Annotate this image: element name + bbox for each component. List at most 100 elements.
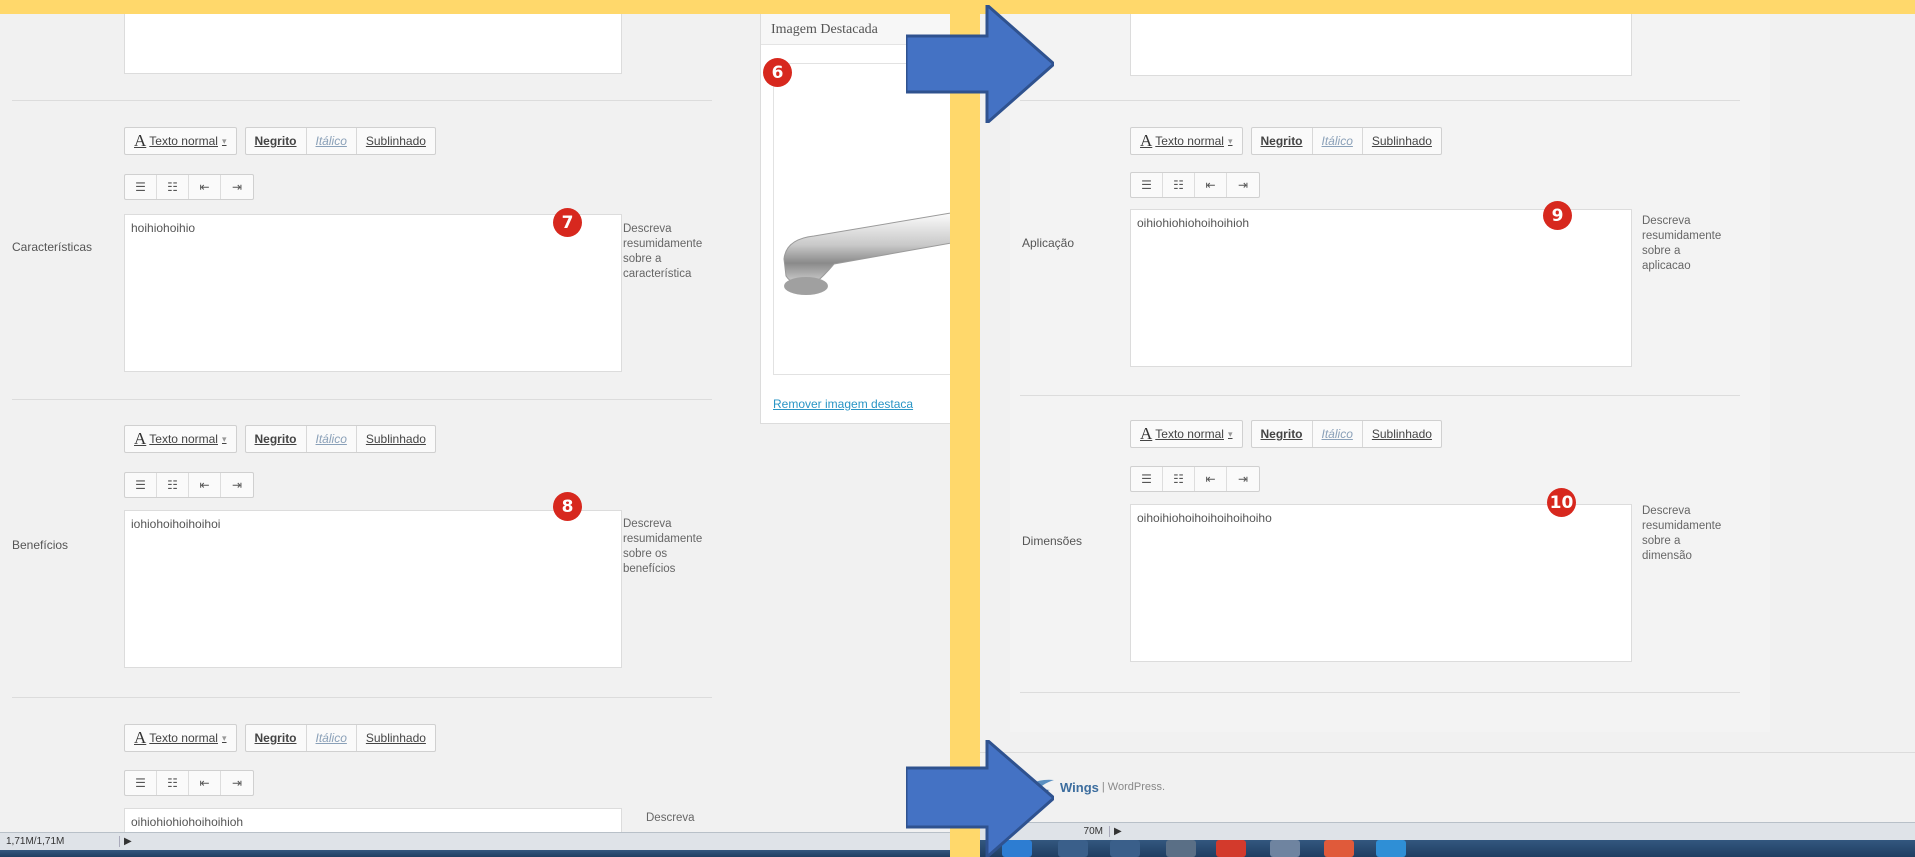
folder-icon[interactable] bbox=[1166, 840, 1196, 857]
desc-line: sobre os bbox=[623, 548, 668, 560]
app-icon[interactable] bbox=[1058, 840, 1088, 857]
unordered-list-icon[interactable]: ☰ bbox=[1131, 467, 1163, 491]
arrow-right-icon-top bbox=[906, 5, 1054, 123]
underline-button[interactable]: Sublinhado bbox=[357, 128, 435, 154]
indent-icon[interactable]: ⇥ bbox=[221, 175, 253, 199]
ordered-list-icon[interactable]: ☷ bbox=[157, 771, 189, 795]
outdent-icon[interactable]: ⇤ bbox=[189, 175, 221, 199]
font-style-dropdown[interactable]: A Texto normal ▾ bbox=[1131, 128, 1242, 154]
desc-line: sobre a bbox=[1642, 535, 1681, 547]
underline-button[interactable]: Sublinhado bbox=[357, 426, 435, 452]
font-style-dropdown[interactable]: A Texto normal ▾ bbox=[125, 128, 236, 154]
italic-button[interactable]: Itálico bbox=[307, 725, 357, 751]
italic-button[interactable]: Itálico bbox=[307, 426, 357, 452]
remove-featured-image-link[interactable]: Remover imagem destaca bbox=[773, 397, 913, 411]
footer-divider bbox=[980, 752, 1915, 753]
desc-line: dimensão bbox=[1642, 550, 1692, 562]
taskbar bbox=[0, 850, 950, 857]
step-badge-9: 9 bbox=[1543, 201, 1572, 230]
field-description: Descreva bbox=[646, 811, 746, 826]
field-label-aplicacao: Aplicação bbox=[1022, 236, 1075, 250]
bold-button[interactable]: Negrito bbox=[1252, 128, 1313, 154]
underline-button[interactable]: Sublinhado bbox=[357, 725, 435, 751]
indent-icon[interactable]: ⇥ bbox=[221, 771, 253, 795]
font-style-group: A Texto normal ▾ bbox=[124, 425, 237, 453]
step-badge-7: 7 bbox=[553, 208, 582, 237]
italic-button[interactable]: Itálico bbox=[1313, 128, 1363, 154]
font-style-group: A Texto normal ▾ bbox=[124, 127, 237, 155]
browser-icon[interactable] bbox=[1110, 840, 1140, 857]
ordered-list-icon[interactable]: ☷ bbox=[1163, 173, 1195, 197]
indent-icon[interactable]: ⇥ bbox=[221, 473, 253, 497]
right-screenshot-panel: A Texto normal ▾ Negrito Itálico Sublinhad… bbox=[980, 14, 1915, 857]
step-badge-10: 10 bbox=[1547, 488, 1576, 517]
desc-line: Descreva bbox=[1642, 505, 1691, 517]
font-style-dropdown[interactable]: A Texto normal ▾ bbox=[1131, 421, 1242, 447]
ordered-list-icon[interactable]: ☷ bbox=[157, 175, 189, 199]
font-style-dropdown[interactable]: A Texto normal ▾ bbox=[125, 426, 236, 452]
status-strip: 70M ▶ bbox=[980, 822, 1915, 840]
underline-button[interactable]: Sublinhado bbox=[1363, 421, 1441, 447]
dimensoes-textarea[interactable]: oihoihiohoihoihoihoihoiho bbox=[1130, 504, 1632, 662]
unordered-list-icon[interactable]: ☰ bbox=[125, 473, 157, 497]
editor-toolbar: A Texto normal ▾ Negrito Itálico Sublinhad… bbox=[124, 425, 444, 453]
previous-field-textarea[interactable] bbox=[1130, 14, 1632, 76]
bold-button[interactable]: Negrito bbox=[246, 725, 307, 751]
font-style-group: A Texto normal ▾ bbox=[124, 724, 237, 752]
aplicacao-textarea[interactable]: oihiohiohiohoihoihioh bbox=[1130, 209, 1632, 367]
outdent-icon[interactable]: ⇤ bbox=[1195, 467, 1227, 491]
list-toolbar: ☰ ☷ ⇤ ⇥ bbox=[124, 472, 254, 498]
divider bbox=[1020, 100, 1740, 101]
italic-button[interactable]: Itálico bbox=[1313, 421, 1363, 447]
unordered-list-icon[interactable]: ☰ bbox=[125, 175, 157, 199]
divider bbox=[12, 399, 712, 400]
beneficios-textarea[interactable]: iohiohoihoihoihoi bbox=[124, 510, 622, 668]
ordered-list-icon[interactable]: ☷ bbox=[157, 473, 189, 497]
app-icon[interactable] bbox=[1270, 840, 1300, 857]
underline-button[interactable]: Sublinhado bbox=[1363, 128, 1441, 154]
italic-button[interactable]: Itálico bbox=[307, 128, 357, 154]
field-description: Descreva resumidamente sobre a aplicacao bbox=[1642, 214, 1742, 274]
powerpoint-icon[interactable] bbox=[1324, 840, 1354, 857]
step-badge-8: 8 bbox=[553, 492, 582, 521]
outdent-icon[interactable]: ⇤ bbox=[189, 473, 221, 497]
indent-icon[interactable]: ⇥ bbox=[1227, 467, 1259, 491]
bold-button[interactable]: Negrito bbox=[1252, 421, 1313, 447]
unordered-list-icon[interactable]: ☰ bbox=[125, 771, 157, 795]
chevron-down-icon: ▾ bbox=[1227, 428, 1233, 439]
footer-brand[interactable]: Wings bbox=[1060, 780, 1099, 795]
ordered-list-icon[interactable]: ☷ bbox=[1163, 467, 1195, 491]
bold-button[interactable]: Negrito bbox=[246, 426, 307, 452]
scroll-right-icon[interactable]: ▶ bbox=[124, 836, 132, 847]
field-description: Descreva resumidamente sobre os benefíci… bbox=[623, 517, 723, 577]
outdent-icon[interactable]: ⇤ bbox=[1195, 173, 1227, 197]
scroll-right-icon[interactable]: ▶ bbox=[1114, 826, 1122, 837]
editor-toolbar: A Texto normal ▾ Negrito Itálico Sublinhad… bbox=[1130, 127, 1450, 155]
font-style-dropdown[interactable]: A Texto normal ▾ bbox=[125, 725, 236, 751]
indent-icon[interactable]: ⇥ bbox=[1227, 173, 1259, 197]
taskbar bbox=[980, 840, 1915, 857]
caracteristicas-textarea[interactable]: hoihiohoihio bbox=[124, 214, 622, 372]
desc-line: sobre a bbox=[623, 253, 662, 265]
unordered-list-icon[interactable]: ☰ bbox=[1131, 173, 1163, 197]
outdent-icon[interactable]: ⇤ bbox=[189, 771, 221, 795]
format-group: Negrito Itálico Sublinhado bbox=[244, 425, 436, 453]
arrow-right-icon-bottom bbox=[906, 740, 1054, 857]
divider bbox=[1020, 692, 1740, 693]
desc-line: Descreva bbox=[646, 812, 695, 824]
chrome-icon[interactable] bbox=[1216, 840, 1246, 857]
field-label-dimensoes: Dimensões bbox=[1022, 534, 1083, 548]
app-icon[interactable] bbox=[1376, 840, 1406, 857]
desc-line: resumidamente bbox=[623, 533, 703, 545]
field-label-beneficios: Benefícios bbox=[12, 538, 69, 552]
font-style-group: A Texto normal ▾ bbox=[1130, 420, 1243, 448]
list-toolbar: ☰ ☷ ⇤ ⇥ bbox=[1130, 466, 1260, 492]
editor-toolbar: A Texto normal ▾ Negrito Itálico Sublinhad… bbox=[1130, 420, 1450, 448]
previous-field-textarea[interactable] bbox=[124, 14, 622, 74]
font-style-group: A Texto normal ▾ bbox=[1130, 127, 1243, 155]
desc-line: resumidamente bbox=[1642, 520, 1722, 532]
footer-suffix: | WordPress. bbox=[1101, 781, 1166, 793]
divider bbox=[1020, 395, 1740, 396]
bold-button[interactable]: Negrito bbox=[246, 128, 307, 154]
divider bbox=[12, 697, 712, 698]
